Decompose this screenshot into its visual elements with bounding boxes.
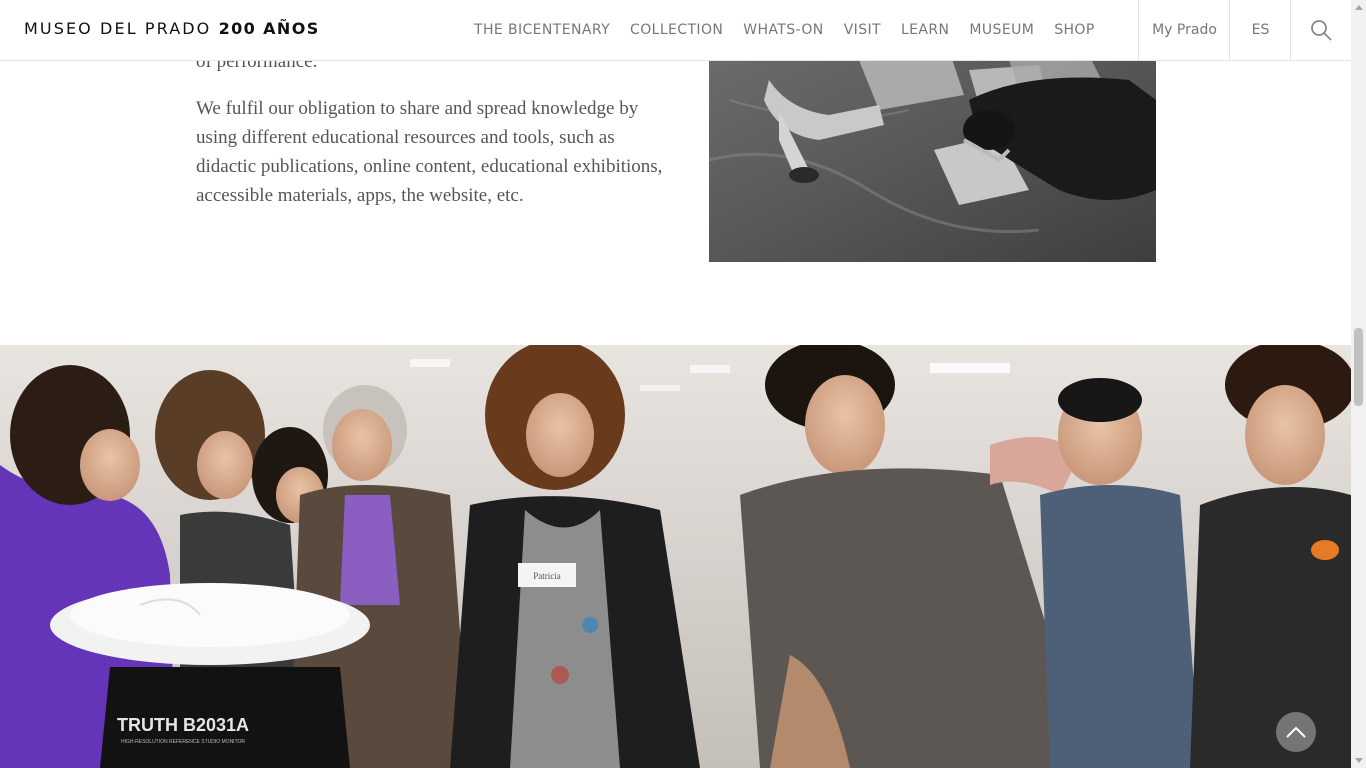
workshop-photo-drawing [709, 40, 1156, 262]
nav-item-museum[interactable]: MUSEUM [959, 22, 1044, 38]
logo-text: MUSEO DEL PRADO [24, 19, 219, 38]
nav-item-collection[interactable]: COLLECTION [620, 22, 733, 38]
scroll-down-icon[interactable] [1355, 758, 1363, 763]
search-button[interactable] [1290, 0, 1351, 60]
nav-item-shop[interactable]: SHOP [1044, 22, 1104, 38]
logo-anniversary: 200 AÑOS [218, 19, 320, 38]
my-prado-link[interactable]: My Prado [1138, 0, 1230, 60]
scroll-up-icon[interactable] [1355, 5, 1363, 10]
back-to-top-button[interactable] [1276, 712, 1316, 752]
scroll-thumb[interactable] [1354, 328, 1363, 406]
chevron-up-icon [1286, 726, 1306, 738]
site-header: MUSEO DEL PRADO 200 AÑOS THE BICENTENARY… [0, 0, 1351, 61]
search-icon [1311, 20, 1332, 41]
nav-item-visit[interactable]: VISIT [834, 22, 891, 38]
nav-item-whats-on[interactable]: WHATS-ON [733, 22, 833, 38]
education-paragraph: We fulfil our obligation to share and sp… [196, 98, 663, 206]
name-tag: Patricia [533, 571, 561, 581]
nav-item-bicentenary[interactable]: THE BICENTENARY [464, 22, 620, 38]
site-logo[interactable]: MUSEO DEL PRADO 200 AÑOS [24, 19, 320, 38]
language-switch[interactable]: ES [1229, 0, 1291, 60]
speaker-sublabel: HIGH-RESOLUTION REFERENCE STUDIO MONITOR [121, 739, 245, 745]
main-nav: THE BICENTENARY COLLECTION WHATS-ON VISI… [464, 0, 1105, 60]
page-scrollbar[interactable] [1351, 0, 1366, 768]
workshop-photo-group: Patricia TRUTH B2031A HIGH-RESOLUTION RE… [0, 345, 1351, 768]
nav-item-learn[interactable]: LEARN [891, 22, 959, 38]
speaker-label: TRUTH B2031A [117, 715, 249, 735]
